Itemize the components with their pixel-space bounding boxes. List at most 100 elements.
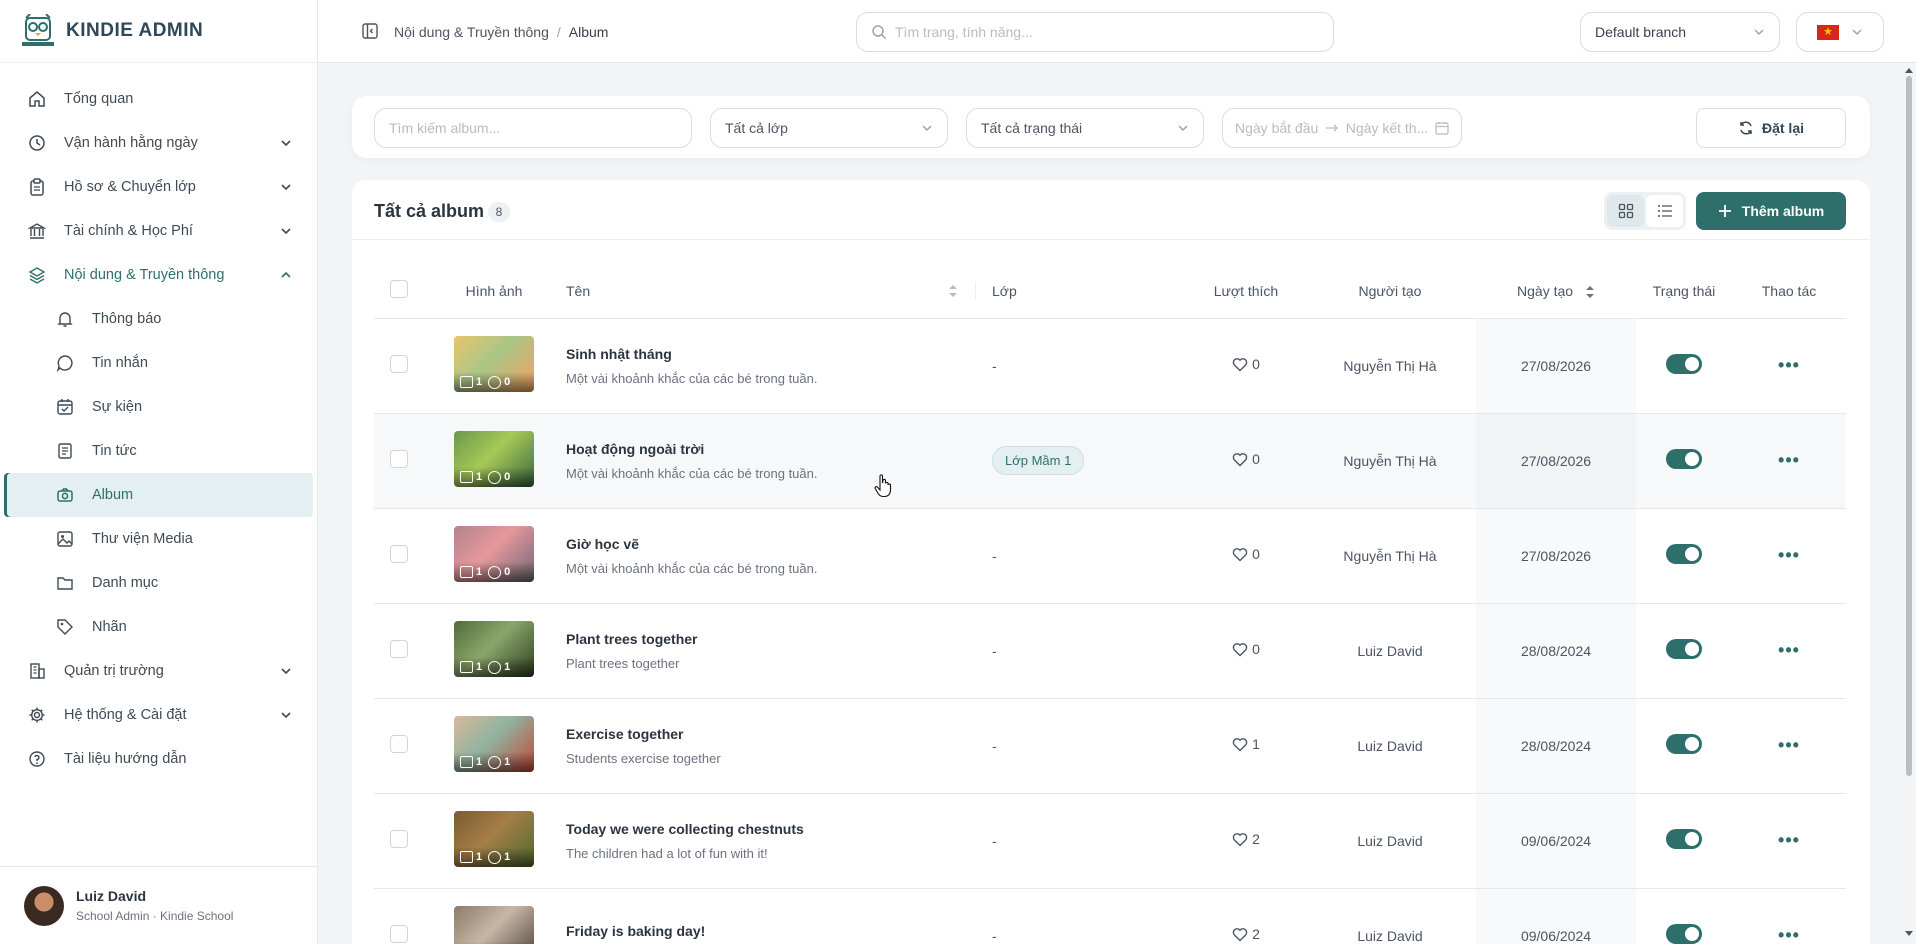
sidebar-item-label: Vận hành hằng ngày	[64, 135, 198, 151]
table-row[interactable]: 1 1 Today we were collecting chestnuts T…	[374, 793, 1846, 889]
status-filter-select[interactable]: Tất cả trạng thái	[966, 108, 1204, 148]
table-row[interactable]: 1 0 Hoạt động ngoài trời Một vài khoảnh …	[374, 413, 1846, 509]
sidebar-subitem-tin-tuc[interactable]: Tin tức	[4, 429, 313, 473]
sidebar-item-he-thong[interactable]: Hệ thống & Cài đặt	[0, 693, 317, 737]
date-start-placeholder[interactable]: Ngày bắt đầu	[1235, 120, 1318, 136]
album-thumbnail[interactable]: 1 1	[454, 621, 534, 677]
more-actions-icon[interactable]: •••	[1778, 640, 1800, 660]
global-search-input[interactable]	[895, 24, 1333, 40]
reset-filters-button[interactable]: Đặt lại	[1696, 108, 1846, 148]
sidebar-item-tai-chinh[interactable]: Tài chính & Học Phí	[0, 209, 317, 253]
album-title[interactable]: Plant trees together	[566, 631, 976, 647]
row-checkbox[interactable]	[390, 640, 408, 658]
user-profile[interactable]: Luiz David School Admin · Kindie School	[0, 866, 318, 944]
status-toggle[interactable]	[1666, 734, 1702, 754]
sidebar-subitem-tin-nhan[interactable]: Tin nhắn	[4, 341, 313, 385]
more-actions-icon[interactable]: •••	[1778, 735, 1800, 755]
more-actions-icon[interactable]: •••	[1778, 450, 1800, 470]
album-thumbnail[interactable]: 1 0	[454, 336, 534, 392]
sidebar-subitem-thong-bao[interactable]: Thông báo	[4, 297, 313, 341]
more-actions-icon[interactable]: •••	[1778, 355, 1800, 375]
language-select[interactable]: ★	[1796, 12, 1884, 52]
class-value: -	[992, 357, 997, 374]
sidebar-item-tong-quan[interactable]: Tổng quan	[0, 77, 317, 121]
col-header-date[interactable]: Ngày tạo	[1476, 264, 1636, 319]
col-header-name[interactable]: Tên	[564, 264, 976, 319]
breadcrumb-parent[interactable]: Nội dung & Truyền thông	[394, 24, 549, 40]
table-row[interactable]: 1 1 Friday is baking day! - 2 Luiz David…	[374, 888, 1846, 944]
album-thumbnail[interactable]: 1 1	[454, 906, 534, 944]
comment-count: 0	[504, 471, 511, 483]
sidebar-item-noi-dung[interactable]: Nội dung & Truyền thông	[0, 253, 317, 297]
brand[interactable]: KINDIE ADMIN	[0, 0, 317, 63]
album-table: Hình ảnh Tên Lớp Lượt thích Người tạo Ng…	[374, 264, 1846, 944]
album-thumbnail[interactable]: 1 0	[454, 431, 534, 487]
album-title[interactable]: Today we were collecting chestnuts	[566, 821, 976, 837]
album-title[interactable]: Sinh nhật tháng	[566, 346, 976, 362]
sidebar-item-ho-so[interactable]: Hồ sơ & Chuyển lớp	[0, 165, 317, 209]
row-checkbox[interactable]	[390, 925, 408, 943]
date-range-picker[interactable]: Ngày bắt đầu Ngày kết th...	[1222, 108, 1462, 148]
album-thumbnail[interactable]: 1 0	[454, 526, 534, 582]
status-toggle[interactable]	[1666, 544, 1702, 564]
clipboard-icon	[30, 178, 44, 196]
table-row[interactable]: 1 0 Giờ học vẽ Một vài khoảnh khắc của c…	[374, 508, 1846, 604]
sidebar-item-quan-tri[interactable]: Quản trị trường	[0, 649, 317, 693]
status-toggle[interactable]	[1666, 639, 1702, 659]
class-filter-select[interactable]: Tất cả lớp	[710, 108, 948, 148]
album-title[interactable]: Giờ học vẽ	[566, 536, 976, 552]
row-checkbox[interactable]	[390, 830, 408, 848]
album-title[interactable]: Exercise together	[566, 726, 976, 742]
sidebar-subitem-su-kien[interactable]: Sự kiện	[4, 385, 313, 429]
status-toggle[interactable]	[1666, 354, 1702, 374]
clock-icon	[29, 135, 45, 151]
sort-icon[interactable]	[1585, 285, 1595, 299]
date-cell: 09/06/2024	[1476, 793, 1636, 889]
sidebar-subitem-thu-vien-media[interactable]: Thư viện Media	[4, 517, 313, 561]
scrollbar-thumb[interactable]	[1906, 76, 1912, 776]
global-search[interactable]	[856, 12, 1334, 52]
sidebar-item-tai-lieu[interactable]: Tài liệu hướng dẫn	[0, 737, 317, 781]
album-title[interactable]: Friday is baking day!	[566, 923, 976, 939]
chevron-down-icon	[281, 668, 291, 675]
add-album-button[interactable]: Thêm album	[1696, 192, 1846, 230]
status-toggle[interactable]	[1666, 449, 1702, 469]
row-checkbox[interactable]	[390, 355, 408, 373]
branch-select[interactable]: Default branch	[1580, 12, 1780, 52]
reset-filters-label: Đặt lại	[1761, 120, 1804, 136]
table-row[interactable]: 1 1 Exercise together Students exercise …	[374, 698, 1846, 794]
date-end-placeholder[interactable]: Ngày kết th...	[1346, 120, 1428, 136]
list-view-button[interactable]	[1646, 195, 1683, 227]
sidebar-subitem-danh-muc[interactable]: Danh mục	[4, 561, 313, 605]
album-search-input[interactable]	[389, 120, 677, 136]
calendar-icon	[57, 399, 73, 415]
thumbnail-cell: 1 1	[424, 793, 564, 889]
sidebar-subitem-nhan[interactable]: Nhãn	[4, 605, 313, 649]
album-description: Students exercise together	[566, 750, 721, 766]
table-row[interactable]: 1 0 Sinh nhật tháng Một vài khoảnh khắc …	[374, 318, 1846, 414]
more-actions-icon[interactable]: •••	[1778, 925, 1800, 944]
row-checkbox[interactable]	[390, 450, 408, 468]
sidebar-subitem-album[interactable]: Album	[4, 473, 313, 517]
status-cell	[1636, 508, 1732, 604]
grid-view-button[interactable]	[1607, 195, 1644, 227]
sort-icon[interactable]	[948, 284, 958, 298]
album-search[interactable]	[374, 108, 692, 148]
more-actions-icon[interactable]: •••	[1778, 830, 1800, 850]
status-cell	[1636, 793, 1732, 889]
album-title[interactable]: Hoạt động ngoài trời	[566, 441, 976, 457]
table-row[interactable]: 1 1 Plant trees together Plant trees tog…	[374, 603, 1846, 699]
scroll-down-icon[interactable]	[1904, 930, 1914, 938]
row-checkbox[interactable]	[390, 545, 408, 563]
sidebar-toggle-icon[interactable]	[362, 23, 378, 39]
status-toggle[interactable]	[1666, 924, 1702, 944]
status-toggle[interactable]	[1666, 829, 1702, 849]
row-checkbox[interactable]	[390, 735, 408, 753]
sidebar-item-van-hanh[interactable]: Vận hành hằng ngày	[0, 121, 317, 165]
select-all-checkbox[interactable]	[390, 280, 408, 299]
album-thumbnail[interactable]: 1 1	[454, 716, 534, 772]
album-thumbnail[interactable]: 1 1	[454, 811, 534, 867]
creator-cell: Luiz David	[1304, 603, 1476, 699]
more-actions-icon[interactable]: •••	[1778, 545, 1800, 565]
scroll-up-icon[interactable]	[1904, 66, 1914, 74]
